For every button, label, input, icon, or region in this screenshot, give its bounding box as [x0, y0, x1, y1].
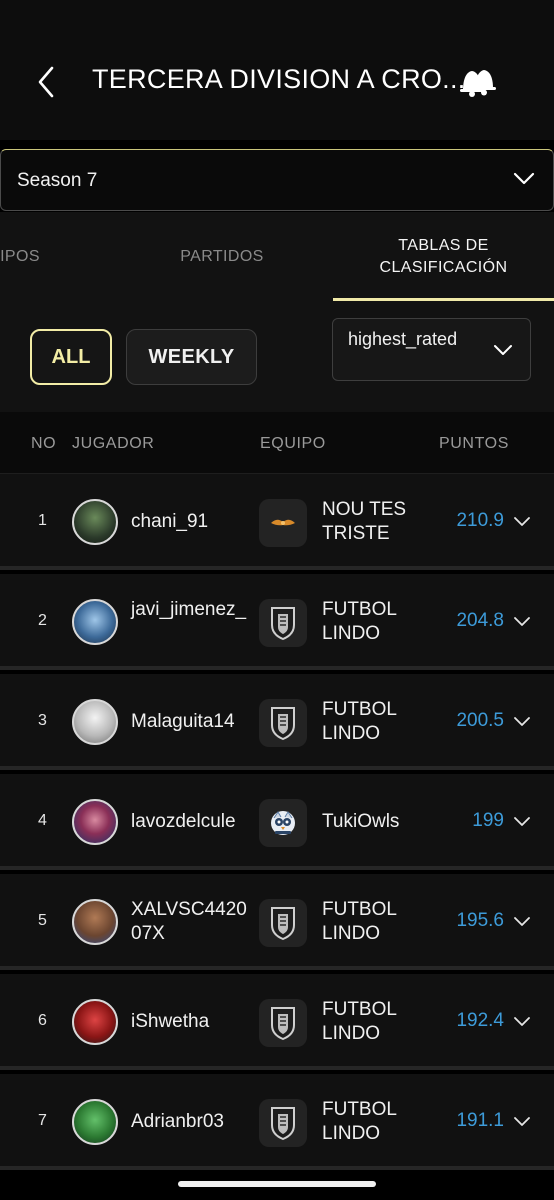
avatar[interactable] — [72, 799, 118, 845]
rank-number: 1 — [38, 512, 47, 529]
points-value: 200.5 — [456, 710, 504, 731]
chevron-down-icon — [494, 345, 512, 355]
chevron-down-icon[interactable] — [514, 1117, 530, 1127]
chevron-down-icon[interactable] — [514, 517, 530, 527]
table-header: NO JUGADOR EQUIPO PUNTOS — [0, 412, 554, 474]
chevron-down-icon[interactable] — [514, 817, 530, 827]
team-name[interactable]: TukiOwls — [322, 810, 432, 834]
avatar[interactable] — [72, 499, 118, 545]
team-name[interactable]: NOU TES TRISTE — [322, 498, 432, 546]
rank-number: 6 — [38, 1012, 47, 1029]
tab-partidos[interactable]: PARTIDOS — [150, 212, 294, 302]
team-name[interactable]: FUTBOL LINDO — [322, 998, 432, 1046]
nou-tes-triste-badge[interactable] — [259, 499, 307, 547]
table-row[interactable]: 6 iShwetha FUTBOL LINDO 192.4 — [0, 974, 554, 1070]
points-value: 204.8 — [456, 610, 504, 631]
futbol-lindo-badge[interactable] — [259, 999, 307, 1047]
tukiowls-badge[interactable] — [259, 799, 307, 847]
futbol-lindo-badge[interactable] — [259, 599, 307, 647]
active-tab-indicator — [333, 298, 554, 301]
app-header: TERCERA DIVISION A CRO... — [0, 0, 554, 140]
avatar[interactable] — [72, 899, 118, 945]
column-team: EQUIPO — [260, 435, 326, 452]
season-select[interactable]: Season 7 — [0, 149, 554, 211]
team-name[interactable]: FUTBOL LINDO — [322, 898, 432, 946]
chevron-down-icon[interactable] — [514, 917, 530, 927]
futbol-lindo-badge[interactable] — [259, 699, 307, 747]
season-value: Season 7 — [17, 170, 98, 191]
chevron-down-icon[interactable] — [514, 1017, 530, 1027]
player-name[interactable]: javi_jimenez_ — [131, 598, 251, 622]
avatar[interactable] — [72, 999, 118, 1045]
table-row[interactable]: 5 XALVSC442007X FUTBOL LINDO 195.6 — [0, 874, 554, 970]
points-value: 192.4 — [456, 1010, 504, 1031]
table-row[interactable]: 1 chani_91 NOU TES TRISTE 210.9 — [0, 474, 554, 570]
player-name[interactable]: Adrianbr03 — [131, 1110, 251, 1134]
rank-number: 7 — [38, 1112, 47, 1129]
points-value: 210.9 — [456, 510, 504, 531]
avatar[interactable] — [72, 1099, 118, 1145]
tab-tablas-label: TABLAS DE CLASIFICACIÓN — [379, 237, 508, 276]
points-value: 199 — [472, 810, 504, 831]
sort-select[interactable]: highest_rated — [332, 318, 531, 381]
points-value: 195.6 — [456, 910, 504, 931]
team-name[interactable]: FUTBOL LINDO — [322, 698, 432, 746]
column-points: PUNTOS — [439, 435, 509, 452]
chevron-down-icon — [513, 172, 535, 185]
page-title: TERCERA DIVISION A CRO... — [92, 64, 466, 94]
bell-icon[interactable] — [454, 62, 498, 100]
table-row[interactable]: 3 Malaguita14 FUTBOL LINDO 200.5 — [0, 674, 554, 770]
rank-number: 5 — [38, 912, 47, 929]
team-name[interactable]: FUTBOL LINDO — [322, 1098, 432, 1146]
chevron-down-icon[interactable] — [514, 717, 530, 727]
weekly-button[interactable]: WEEKLY — [126, 329, 257, 385]
avatar[interactable] — [72, 699, 118, 745]
player-name[interactable]: chani_91 — [131, 510, 251, 534]
points-value: 191.1 — [456, 1110, 504, 1131]
table-row[interactable]: 2 javi_jimenez_ FUTBOL LINDO 204.8 — [0, 574, 554, 670]
table-row[interactable]: 7 Adrianbr03 FUTBOL LINDO 191.1 — [0, 1074, 554, 1170]
column-no: NO — [31, 435, 57, 452]
chevron-left-icon[interactable] — [34, 64, 60, 100]
rank-number: 4 — [38, 812, 47, 829]
home-indicator — [178, 1181, 376, 1187]
tab-equipos[interactable]: IPOS — [0, 212, 80, 302]
chevron-down-icon[interactable] — [514, 617, 530, 627]
team-name[interactable]: FUTBOL LINDO — [322, 598, 432, 646]
sort-value: highest_rated — [348, 329, 458, 349]
futbol-lindo-badge[interactable] — [259, 899, 307, 947]
table-row[interactable]: 4 lavozdelcule TukiOwls 199 — [0, 774, 554, 870]
filter-bar: ALL WEEKLY highest_rated — [0, 302, 554, 412]
column-player: JUGADOR — [72, 435, 155, 452]
player-name[interactable]: Malaguita14 — [131, 710, 251, 734]
avatar[interactable] — [72, 599, 118, 645]
futbol-lindo-badge[interactable] — [259, 1099, 307, 1147]
rank-number: 2 — [38, 612, 47, 629]
player-name[interactable]: lavozdelcule — [131, 810, 251, 834]
player-name[interactable]: iShwetha — [131, 1010, 251, 1034]
tab-bar: IPOS PARTIDOS TABLAS DE CLASIFICACIÓN — [0, 212, 554, 302]
tab-tablas-clasificacion[interactable]: TABLAS DE CLASIFICACIÓN — [333, 212, 554, 302]
rank-number: 3 — [38, 712, 47, 729]
player-name[interactable]: XALVSC442007X — [131, 898, 251, 946]
all-button[interactable]: ALL — [30, 329, 112, 385]
